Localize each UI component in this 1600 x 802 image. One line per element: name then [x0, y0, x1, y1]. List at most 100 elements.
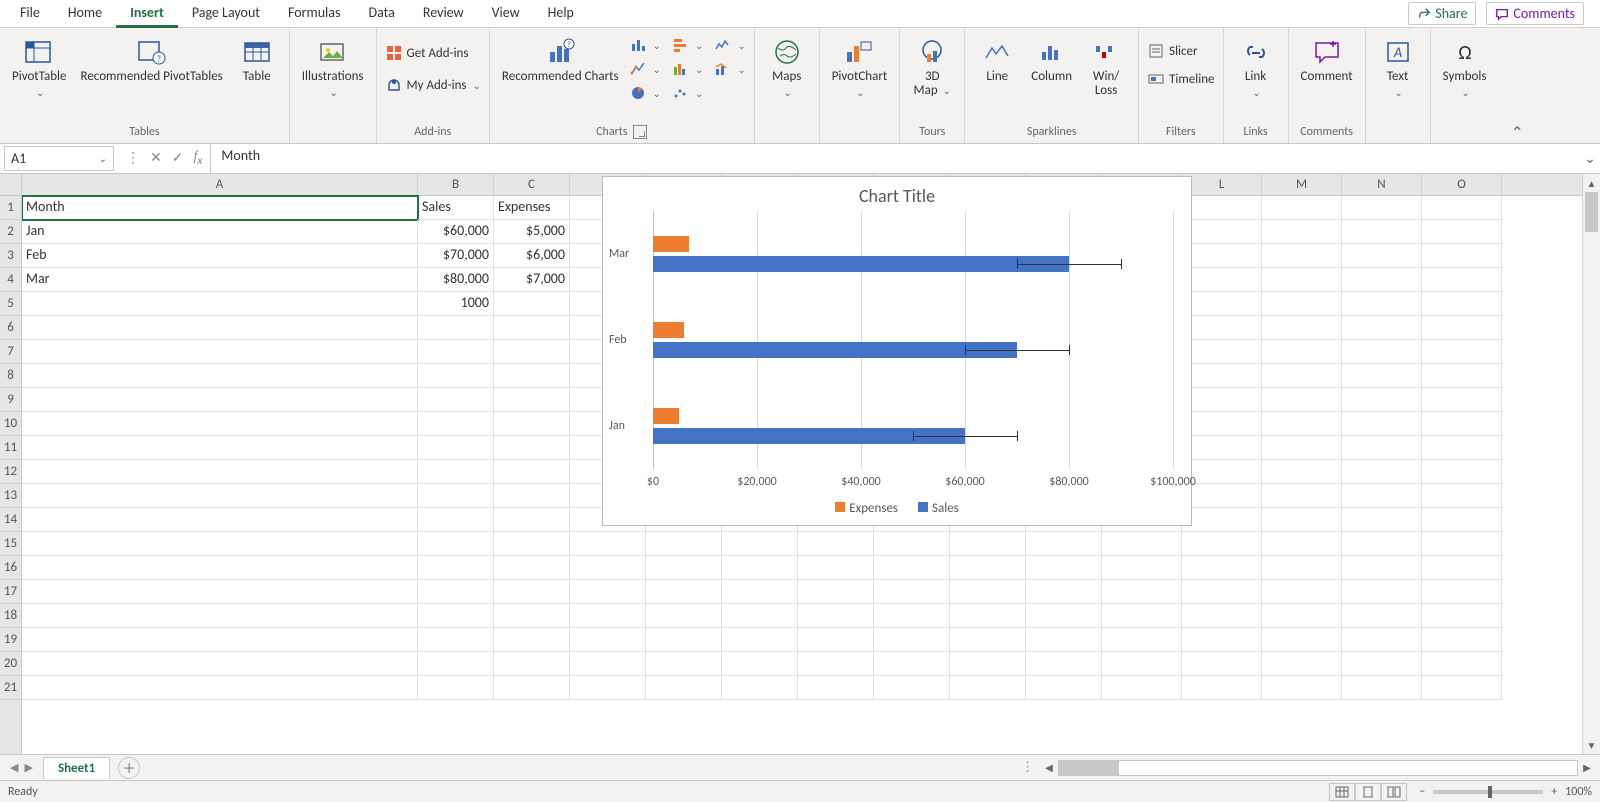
cell-O16[interactable] [1422, 556, 1502, 580]
my-addins-button[interactable]: My Add-ins ⌄ [385, 76, 481, 94]
cell-C19[interactable] [494, 628, 570, 652]
cell-L20[interactable] [1182, 652, 1262, 676]
cell-M2[interactable] [1262, 220, 1342, 244]
cell-N19[interactable] [1342, 628, 1422, 652]
cell-O11[interactable] [1422, 436, 1502, 460]
3dmap-button[interactable]: 3DMap ⌄ [908, 34, 956, 100]
get-addins-button[interactable]: Get Add-ins [385, 44, 481, 62]
cell-M18[interactable] [1262, 604, 1342, 628]
cell-C10[interactable] [494, 412, 570, 436]
sheet-nav-next[interactable]: ▶ [24, 761, 32, 774]
cell-M20[interactable] [1262, 652, 1342, 676]
cell-K17[interactable] [1102, 580, 1182, 604]
page-layout-view-button[interactable] [1355, 783, 1381, 801]
cell-B16[interactable] [418, 556, 494, 580]
cell-D20[interactable] [570, 652, 646, 676]
cell-H19[interactable] [874, 628, 950, 652]
chart-bar-expenses[interactable] [653, 408, 679, 424]
chart-legend[interactable]: Expenses Sales [603, 495, 1191, 522]
cell-I16[interactable] [950, 556, 1026, 580]
illustrations-button[interactable]: Illustrations ⌄ [298, 34, 368, 101]
cell-I19[interactable] [950, 628, 1026, 652]
cell-B15[interactable] [418, 532, 494, 556]
enter-icon[interactable]: ✓ [172, 149, 184, 168]
cell-C9[interactable] [494, 388, 570, 412]
cell-M8[interactable] [1262, 364, 1342, 388]
cell-L8[interactable] [1182, 364, 1262, 388]
row-header[interactable]: 16 [0, 556, 21, 580]
cell-G18[interactable] [798, 604, 874, 628]
cell-A20[interactable] [22, 652, 418, 676]
pivottable-button[interactable]: PivotTable ⌄ [8, 34, 71, 101]
slicer-button[interactable]: Slicer [1147, 42, 1214, 60]
sheet-nav-prev[interactable]: ◀ [10, 761, 18, 774]
cell-B18[interactable] [418, 604, 494, 628]
cell-O6[interactable] [1422, 316, 1502, 340]
name-box[interactable]: A1⌄ [4, 146, 114, 171]
comments-button[interactable]: Comments [1486, 2, 1584, 25]
cell-O20[interactable] [1422, 652, 1502, 676]
cell-E21[interactable] [646, 676, 722, 700]
cell-I21[interactable] [950, 676, 1026, 700]
tab-view[interactable]: View [478, 0, 534, 28]
cell-L21[interactable] [1182, 676, 1262, 700]
tab-file[interactable]: File [6, 0, 54, 28]
cell-C16[interactable] [494, 556, 570, 580]
cell-B14[interactable] [418, 508, 494, 532]
cell-A10[interactable] [22, 412, 418, 436]
scroll-right-icon[interactable]: ▶ [1578, 761, 1596, 774]
cell-N21[interactable] [1342, 676, 1422, 700]
cell-E16[interactable] [646, 556, 722, 580]
row-header[interactable]: 1 [0, 196, 21, 220]
cell-H18[interactable] [874, 604, 950, 628]
collapse-ribbon-button[interactable]: ⌃ [1498, 28, 1535, 143]
column-chart-icon[interactable] [629, 36, 647, 54]
cell-K16[interactable] [1102, 556, 1182, 580]
row-header[interactable]: 11 [0, 436, 21, 460]
cell-B2[interactable]: $60,000 [418, 220, 494, 244]
column-header[interactable]: B [418, 174, 494, 195]
cell-K21[interactable] [1102, 676, 1182, 700]
row-header[interactable]: 5 [0, 292, 21, 316]
cell-L10[interactable] [1182, 412, 1262, 436]
cell-A18[interactable] [22, 604, 418, 628]
tab-formulas[interactable]: Formulas [274, 0, 354, 28]
text-button[interactable]: AText⌄ [1374, 34, 1422, 101]
link-button[interactable]: Link⌄ [1232, 34, 1280, 101]
cell-L3[interactable] [1182, 244, 1262, 268]
cell-J19[interactable] [1026, 628, 1102, 652]
row-header[interactable]: 21 [0, 676, 21, 700]
cell-O8[interactable] [1422, 364, 1502, 388]
cell-M15[interactable] [1262, 532, 1342, 556]
cell-L17[interactable] [1182, 580, 1262, 604]
cell-O4[interactable] [1422, 268, 1502, 292]
cell-I20[interactable] [950, 652, 1026, 676]
column-header[interactable]: N [1342, 174, 1422, 195]
cell-G19[interactable] [798, 628, 874, 652]
cell-G16[interactable] [798, 556, 874, 580]
cell-E19[interactable] [646, 628, 722, 652]
cell-H21[interactable] [874, 676, 950, 700]
column-header[interactable]: L [1182, 174, 1262, 195]
cell-G21[interactable] [798, 676, 874, 700]
cell-A12[interactable] [22, 460, 418, 484]
cell-N20[interactable] [1342, 652, 1422, 676]
cell-A1[interactable]: Month [22, 196, 418, 220]
row-header[interactable]: 7 [0, 340, 21, 364]
cell-J21[interactable] [1026, 676, 1102, 700]
row-header[interactable]: 4 [0, 268, 21, 292]
cell-D17[interactable] [570, 580, 646, 604]
cell-J16[interactable] [1026, 556, 1102, 580]
tab-review[interactable]: Review [409, 0, 478, 28]
row-header[interactable]: 10 [0, 412, 21, 436]
cell-H17[interactable] [874, 580, 950, 604]
cell-C20[interactable] [494, 652, 570, 676]
chart-bar-sales[interactable] [653, 256, 1069, 272]
cell-N16[interactable] [1342, 556, 1422, 580]
cell-B19[interactable] [418, 628, 494, 652]
row-header[interactable]: 14 [0, 508, 21, 532]
cell-N11[interactable] [1342, 436, 1422, 460]
cell-J15[interactable] [1026, 532, 1102, 556]
cell-A17[interactable] [22, 580, 418, 604]
scatter-chart-icon[interactable] [671, 84, 689, 102]
